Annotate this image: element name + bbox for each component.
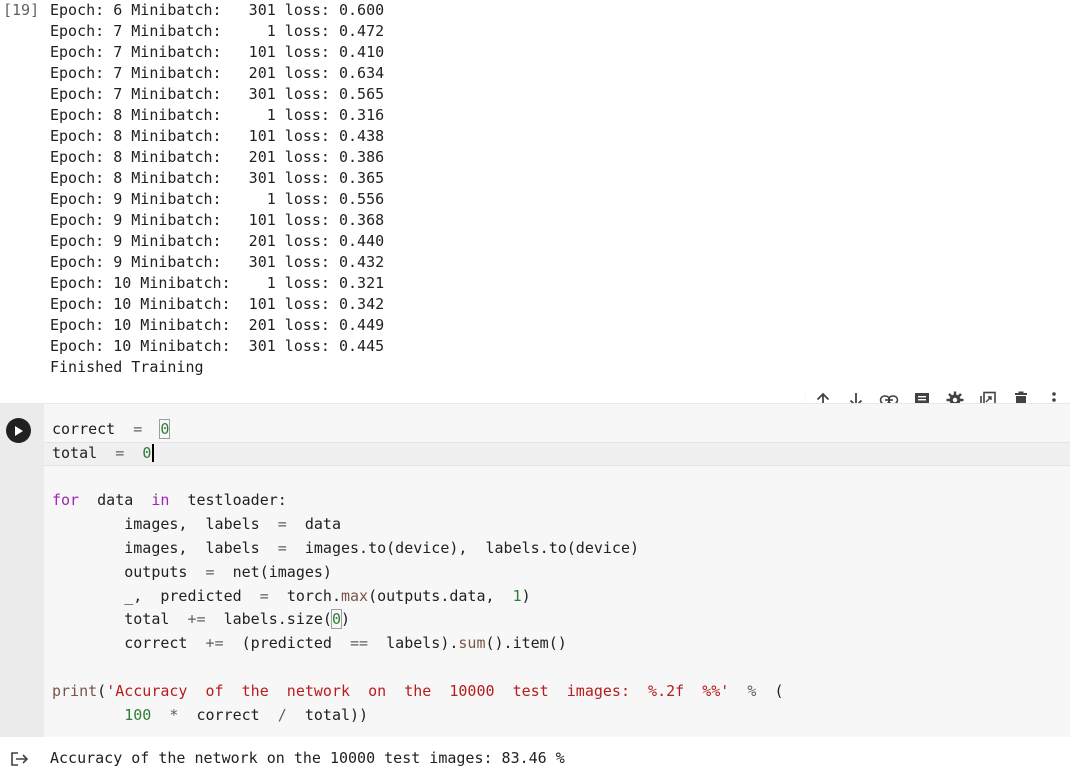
code-line: images, labels = images.to(device), labe… — [124, 538, 640, 557]
log-line: Epoch: 8 Minibatch: 201 loss: 0.386 — [50, 148, 385, 166]
log-line: Epoch: 9 Minibatch: 201 loss: 0.440 — [50, 232, 385, 250]
code-line: for data in testloader: — [52, 491, 287, 510]
code-line: _, predicted = torch.max(outputs.data, 1… — [124, 586, 531, 605]
code-line: outputs = net(images) — [124, 562, 332, 581]
log-line: Epoch: 8 Minibatch: 1 loss: 0.316 — [50, 106, 385, 124]
code-line: images, labels = data — [124, 515, 341, 534]
accuracy-output-text: Accuracy of the network on the 10000 tes… — [50, 749, 565, 767]
log-line: Epoch: 9 Minibatch: 301 loss: 0.432 — [50, 253, 385, 271]
text-cursor — [152, 444, 154, 463]
log-line: Epoch: 7 Minibatch: 1 loss: 0.472 — [50, 22, 385, 40]
code-line: print('Accuracy of the network on the 10… — [52, 681, 784, 700]
execution-count: [19] — [3, 1, 40, 19]
log-line: Epoch: 10 Minibatch: 1 loss: 0.321 — [50, 274, 385, 292]
code-line: 100 * correct / total)) — [124, 705, 369, 724]
training-output-cell: [19] Epoch: 6 Minibatch: 301 loss: 0.600… — [0, 0, 1070, 380]
log-line: Epoch: 7 Minibatch: 101 loss: 0.410 — [50, 43, 385, 61]
log-line: Epoch: 10 Minibatch: 101 loss: 0.342 — [50, 295, 385, 313]
log-line: Epoch: 9 Minibatch: 1 loss: 0.556 — [50, 190, 385, 208]
output-redirect-icon[interactable] — [10, 751, 30, 767]
log-line: Epoch: 9 Minibatch: 101 loss: 0.368 — [50, 211, 385, 229]
code-line: correct = 0 — [52, 419, 171, 439]
log-line: Epoch: 8 Minibatch: 101 loss: 0.438 — [50, 127, 385, 145]
code-cell[interactable]: correct = 0 total = 0 for data in testlo… — [0, 403, 1070, 737]
log-line: Epoch: 7 Minibatch: 201 loss: 0.634 — [50, 64, 385, 82]
play-icon — [15, 425, 23, 436]
log-line: Epoch: 8 Minibatch: 301 loss: 0.365 — [50, 169, 385, 187]
notebook-page: [19] Epoch: 6 Minibatch: 301 loss: 0.600… — [0, 0, 1070, 774]
log-line: Epoch: 6 Minibatch: 301 loss: 0.600 — [50, 1, 385, 19]
code-line: total += labels.size(0) — [124, 609, 351, 630]
training-log: Epoch: 6 Minibatch: 301 loss: 0.600 Epoch… — [50, 0, 384, 378]
code-line: correct += (predicted == labels).sum().i… — [124, 634, 567, 653]
code-lines: correct = 0 total = 0 for data in testlo… — [52, 418, 784, 727]
code-editor[interactable]: correct = 0 total = 0 for data in testlo… — [44, 404, 1070, 737]
cell-gutter — [0, 404, 44, 737]
log-line: Epoch: 10 Minibatch: 301 loss: 0.445 — [50, 337, 385, 355]
code-line: total = 0 — [52, 442, 784, 466]
run-cell-button[interactable] — [6, 418, 31, 443]
result-output: Accuracy of the network on the 10000 tes… — [0, 744, 1070, 774]
log-line: Epoch: 7 Minibatch: 301 loss: 0.565 — [50, 85, 385, 103]
log-line: Epoch: 10 Minibatch: 201 loss: 0.449 — [50, 316, 385, 334]
log-line: Finished Training — [50, 358, 204, 376]
